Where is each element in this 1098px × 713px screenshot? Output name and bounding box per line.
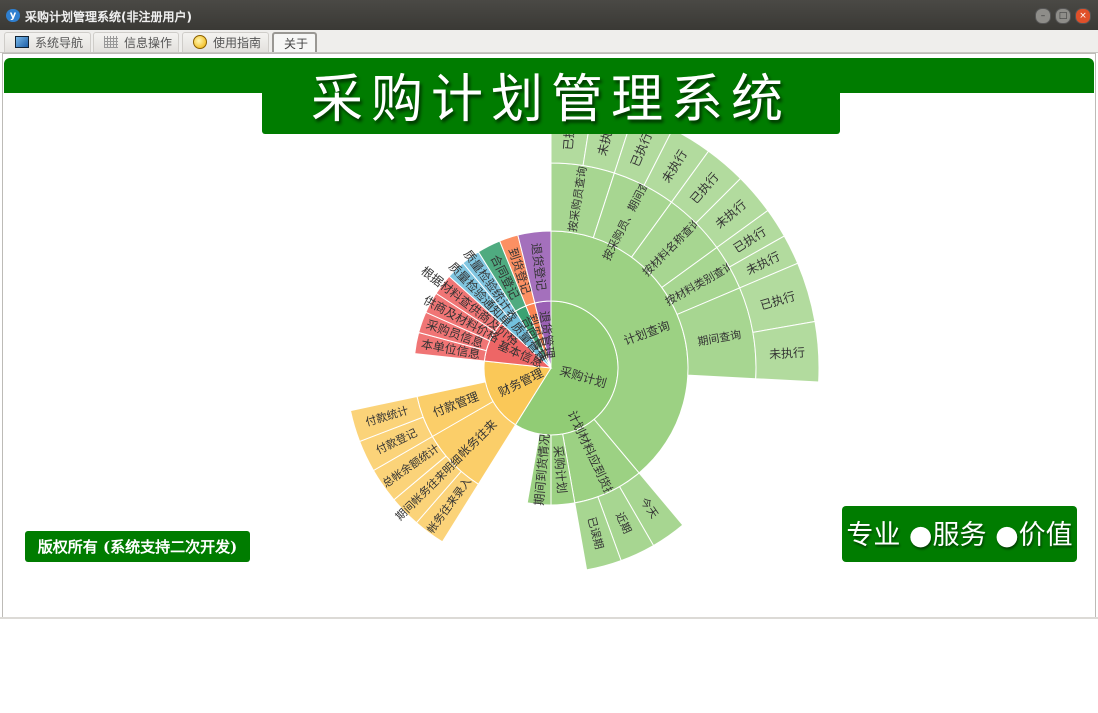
sunburst-label: 未执行	[769, 345, 806, 361]
slogan-label: 专业 ●服务 ●价值	[842, 506, 1077, 562]
page-title: 采购计划管理系统	[262, 63, 840, 134]
copyright-label: 版权所有 (系统支持二次开发)	[25, 531, 250, 562]
